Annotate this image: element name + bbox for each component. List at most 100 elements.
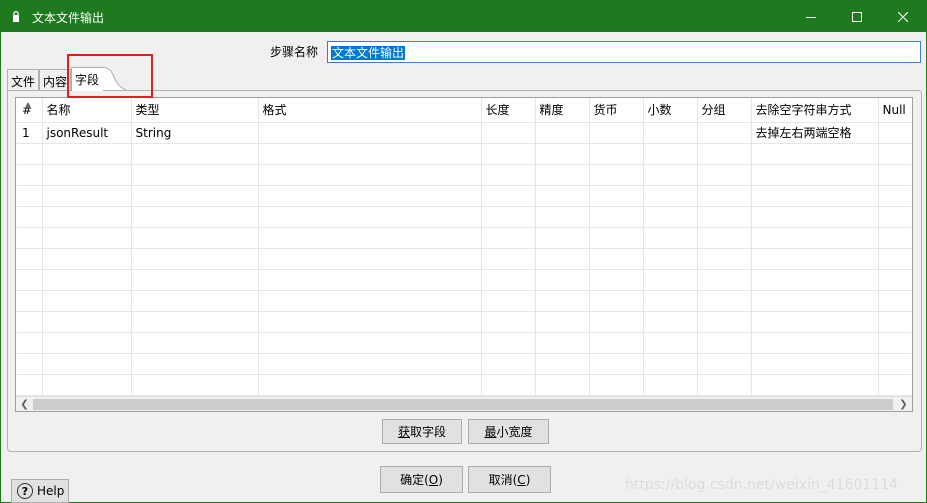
table-cell[interactable] bbox=[697, 206, 752, 228]
table-cell[interactable] bbox=[697, 185, 752, 207]
table-cell[interactable] bbox=[697, 269, 752, 291]
table-cell[interactable] bbox=[16, 269, 43, 291]
table-cell[interactable] bbox=[42, 143, 132, 165]
table-cell[interactable] bbox=[697, 290, 752, 312]
table-cell[interactable] bbox=[16, 164, 43, 186]
table-cell[interactable] bbox=[878, 374, 912, 396]
table-cell[interactable] bbox=[643, 185, 698, 207]
table-cell[interactable] bbox=[589, 164, 644, 186]
table-cell[interactable] bbox=[535, 332, 590, 354]
table-cell[interactable] bbox=[258, 248, 482, 270]
table-cell[interactable] bbox=[878, 311, 912, 333]
table-cell[interactable] bbox=[751, 290, 879, 312]
table-cell[interactable] bbox=[258, 185, 482, 207]
table-cell[interactable] bbox=[535, 122, 590, 144]
table-cell[interactable] bbox=[643, 143, 698, 165]
table-cell[interactable] bbox=[16, 206, 43, 228]
table-cell[interactable] bbox=[643, 311, 698, 333]
table-cell[interactable] bbox=[258, 227, 482, 249]
table-cell[interactable] bbox=[589, 311, 644, 333]
column-header[interactable]: 精度 bbox=[535, 98, 590, 123]
table-cell[interactable] bbox=[643, 122, 698, 144]
table-cell[interactable] bbox=[751, 206, 879, 228]
table-row-empty[interactable] bbox=[16, 269, 912, 291]
table-cell[interactable]: 1 bbox=[16, 122, 43, 144]
table-cell[interactable] bbox=[751, 227, 879, 249]
table-cell[interactable] bbox=[16, 227, 43, 249]
tab-content[interactable]: 内容 bbox=[39, 69, 71, 90]
table-row-empty[interactable] bbox=[16, 290, 912, 312]
close-button[interactable] bbox=[880, 1, 926, 32]
table-cell[interactable] bbox=[535, 143, 590, 165]
table-cell[interactable] bbox=[751, 185, 879, 207]
table-cell[interactable] bbox=[42, 164, 132, 186]
table-cell[interactable] bbox=[878, 290, 912, 312]
table-cell[interactable] bbox=[878, 206, 912, 228]
table-cell[interactable] bbox=[131, 353, 259, 375]
table-cell[interactable] bbox=[131, 374, 259, 396]
table-row-empty[interactable] bbox=[16, 311, 912, 333]
table-cell[interactable] bbox=[131, 311, 259, 333]
table-cell[interactable] bbox=[131, 164, 259, 186]
column-header[interactable]: 类型 bbox=[131, 98, 259, 123]
table-row-empty[interactable] bbox=[16, 332, 912, 354]
tab-fields[interactable]: 字段 bbox=[71, 67, 103, 91]
table-row-empty[interactable] bbox=[16, 374, 912, 396]
table-cell[interactable] bbox=[16, 248, 43, 270]
table-row-empty[interactable] bbox=[16, 164, 912, 186]
table-cell[interactable] bbox=[258, 269, 482, 291]
table-cell[interactable] bbox=[751, 353, 879, 375]
table-cell[interactable] bbox=[589, 206, 644, 228]
table-cell[interactable] bbox=[535, 206, 590, 228]
table-cell[interactable] bbox=[131, 227, 259, 249]
table-cell[interactable] bbox=[258, 290, 482, 312]
table-row-empty[interactable] bbox=[16, 248, 912, 270]
table-cell[interactable] bbox=[258, 143, 482, 165]
table-cell[interactable] bbox=[258, 374, 482, 396]
table-cell[interactable] bbox=[131, 206, 259, 228]
table-cell[interactable] bbox=[535, 269, 590, 291]
table-row[interactable]: 1 jsonResult String 去掉左右两端空格 bbox=[16, 122, 912, 144]
table-cell[interactable] bbox=[643, 332, 698, 354]
table-cell[interactable] bbox=[589, 290, 644, 312]
table-cell[interactable] bbox=[481, 206, 536, 228]
table-cell[interactable] bbox=[258, 332, 482, 354]
table-cell[interactable] bbox=[131, 290, 259, 312]
table-cell[interactable] bbox=[643, 206, 698, 228]
table-cell[interactable] bbox=[481, 248, 536, 270]
table-cell[interactable] bbox=[878, 143, 912, 165]
minimize-button[interactable] bbox=[788, 1, 834, 32]
table-cell[interactable] bbox=[751, 164, 879, 186]
table-cell[interactable] bbox=[535, 248, 590, 270]
table-cell[interactable]: String bbox=[131, 122, 259, 144]
column-header[interactable]: 去除空字符串方式 bbox=[751, 98, 879, 123]
table-cell[interactable] bbox=[697, 374, 752, 396]
table-cell[interactable] bbox=[535, 164, 590, 186]
table-cell[interactable] bbox=[643, 290, 698, 312]
table-row-empty[interactable] bbox=[16, 143, 912, 165]
table-cell[interactable] bbox=[481, 269, 536, 291]
horizontal-scrollbar[interactable]: ❮ ❯ bbox=[16, 396, 912, 411]
table-cell[interactable] bbox=[643, 374, 698, 396]
table-cell[interactable] bbox=[878, 185, 912, 207]
table-cell[interactable] bbox=[697, 332, 752, 354]
table-cell[interactable] bbox=[42, 269, 132, 291]
table-cell[interactable] bbox=[697, 311, 752, 333]
ok-button[interactable]: 确定(O) bbox=[380, 466, 463, 493]
column-header[interactable]: 小数 bbox=[643, 98, 698, 123]
table-cell[interactable] bbox=[697, 164, 752, 186]
table-cell[interactable] bbox=[481, 185, 536, 207]
table-cell[interactable] bbox=[16, 332, 43, 354]
table-cell[interactable] bbox=[878, 248, 912, 270]
scroll-thumb[interactable] bbox=[33, 399, 893, 410]
get-fields-button[interactable]: 获取字段 bbox=[382, 419, 462, 444]
column-header[interactable]: 格式 bbox=[258, 98, 482, 123]
scroll-right-icon[interactable]: ❯ bbox=[896, 398, 911, 411]
help-button[interactable]: ? Help bbox=[11, 479, 69, 503]
table-cell[interactable] bbox=[42, 353, 132, 375]
table-cell[interactable] bbox=[535, 374, 590, 396]
table-cell[interactable] bbox=[589, 185, 644, 207]
column-header[interactable]: 长度 bbox=[481, 98, 536, 123]
table-cell[interactable] bbox=[481, 122, 536, 144]
table-cell[interactable] bbox=[258, 353, 482, 375]
